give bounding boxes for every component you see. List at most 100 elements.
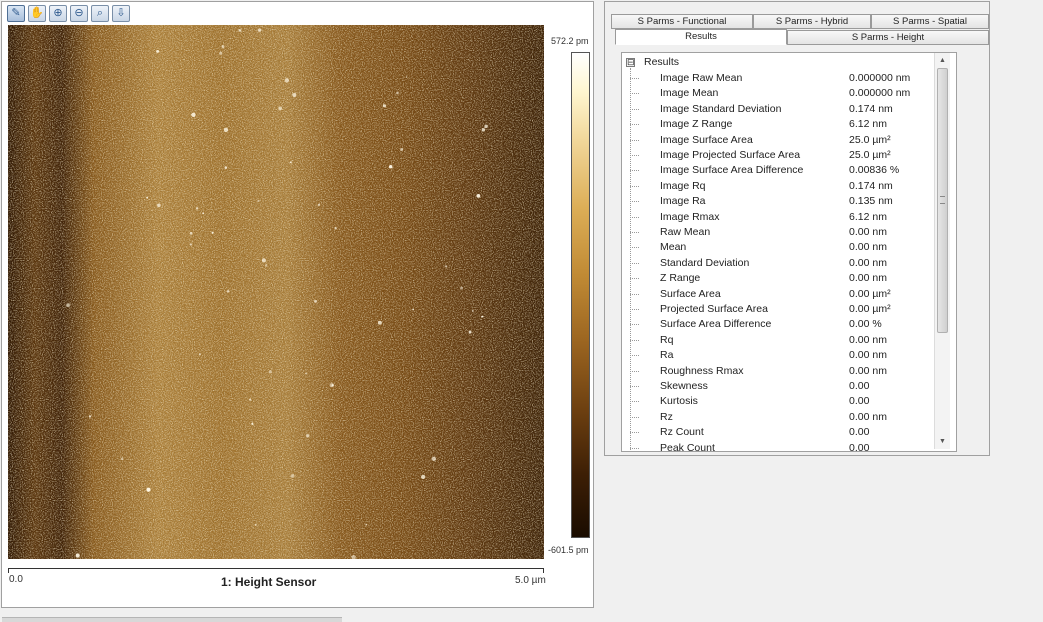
results-scrollbar[interactable]: ▲ ▼ <box>934 53 950 449</box>
scroll-grip-icon <box>940 196 945 204</box>
scroll-down-icon[interactable]: ▼ <box>937 436 948 447</box>
tab-s-parms-functional[interactable]: S Parms - Functional <box>611 14 753 29</box>
height-speck <box>268 370 272 374</box>
tab-s-parms-spatial[interactable]: S Parms - Spatial <box>871 14 989 29</box>
height-speck <box>284 78 290 83</box>
zoom-in-icon: ⊕ <box>53 7 63 19</box>
result-label: Image Projected Surface Area <box>660 149 801 161</box>
height-speck <box>400 147 404 152</box>
result-row[interactable]: Standard Deviation 0.00 nm <box>630 256 950 271</box>
zoom-out-icon: ⊖ <box>74 7 84 19</box>
result-row[interactable]: Rz 0.00 nm <box>630 410 950 425</box>
tree-branch-line <box>630 324 639 326</box>
result-label: Rq <box>660 333 674 346</box>
height-speck <box>157 203 161 208</box>
tab-s-parms-hybrid[interactable]: S Parms - Hybrid <box>753 14 871 29</box>
tree-branch-line <box>630 278 639 280</box>
result-label: Image Z Range <box>660 118 733 131</box>
collapse-icon[interactable]: ⊟ <box>626 57 635 67</box>
tree-branch-line <box>630 232 639 233</box>
height-speck <box>481 128 486 132</box>
result-row[interactable]: Image Z Range 6.12 nm <box>630 117 950 132</box>
result-value: 0.00 nm <box>849 241 887 254</box>
result-row[interactable]: Image Mean 0.000000 nm <box>630 86 950 101</box>
result-row[interactable]: Roughness Rmax 0.00 nm <box>630 364 950 379</box>
result-row[interactable]: Ra 0.00 nm <box>630 348 950 363</box>
result-row[interactable]: Image Surface Area 25.0 µm² <box>630 133 950 148</box>
hand-tool-button[interactable]: ✋ <box>28 5 46 22</box>
tree-branch-line <box>630 355 639 357</box>
result-label: Image Surface Area Difference <box>660 164 804 177</box>
result-value: 25.0 µm² <box>849 133 891 146</box>
tree-branch-line <box>630 339 639 341</box>
export-button[interactable]: ⇩ <box>112 5 130 22</box>
result-value: 0.00 nm <box>849 333 887 346</box>
zoom-reset-icon: ⌕ <box>96 7 104 19</box>
export-icon: ⇩ <box>116 7 126 19</box>
result-label: Projected Surface Area <box>660 303 768 315</box>
height-speck <box>377 320 382 325</box>
result-value: 0.00 <box>849 441 870 452</box>
zoom-in-button[interactable]: ⊕ <box>49 5 67 22</box>
height-speck <box>224 166 228 169</box>
result-row[interactable]: Surface Area 0.00 µm² <box>630 287 950 302</box>
scroll-thumb[interactable] <box>937 68 948 333</box>
result-row[interactable]: Projected Surface Area 0.00 µm² <box>630 302 950 317</box>
result-value: 25.0 µm² <box>849 149 891 161</box>
result-label: Kurtosis <box>660 395 698 408</box>
result-label: Standard Deviation <box>660 256 750 269</box>
tab-results[interactable]: Results <box>615 29 787 45</box>
result-value: 0.00 nm <box>849 226 887 238</box>
result-label: Image Rq <box>660 179 706 192</box>
height-speck <box>265 264 268 267</box>
height-speck <box>471 310 474 312</box>
height-speck <box>221 45 225 49</box>
tree-branch-line <box>630 309 639 310</box>
result-value: 0.00 <box>849 395 870 408</box>
result-row[interactable]: Image Projected Surface Area 25.0 µm² <box>630 148 950 163</box>
result-row[interactable]: Raw Mean 0.00 nm <box>630 225 950 240</box>
scroll-up-icon[interactable]: ▲ <box>937 55 948 66</box>
result-value: 0.00 nm <box>849 256 887 269</box>
result-row[interactable]: Image Rq 0.174 nm <box>630 179 950 194</box>
x-axis-start-label: 0.0 <box>9 574 23 585</box>
result-row[interactable]: Mean 0.00 nm <box>630 240 950 255</box>
tree-branch-line <box>630 262 639 264</box>
result-row[interactable]: Image Rmax 6.12 nm <box>630 210 950 225</box>
x-axis-end-label: 5.0 µm <box>515 575 546 586</box>
height-sensor-image[interactable] <box>8 25 544 559</box>
result-row[interactable]: Peak Count 0.00 <box>630 441 950 452</box>
result-label: Image Surface Area <box>660 133 753 146</box>
result-row[interactable]: Rz Count 0.00 <box>630 425 950 440</box>
x-axis-bar <box>8 568 544 573</box>
height-speck <box>75 553 80 558</box>
result-label: Roughness Rmax <box>660 364 744 377</box>
result-row[interactable]: Z Range 0.00 nm <box>630 271 950 286</box>
zoom-reset-button[interactable]: ⌕ <box>91 5 109 22</box>
height-speck <box>290 474 295 478</box>
tree-branch-line <box>630 139 639 141</box>
result-row[interactable]: Image Raw Mean 0.000000 nm <box>630 71 950 86</box>
tab-s-parms-height[interactable]: S Parms - Height <box>787 30 989 45</box>
result-label: Raw Mean <box>660 226 711 238</box>
zoom-out-button[interactable]: ⊖ <box>70 5 88 22</box>
result-row[interactable]: Image Ra 0.135 nm <box>630 194 950 209</box>
height-speck <box>476 193 481 198</box>
color-scale-min-label: -601.5 pm <box>548 545 589 555</box>
height-speck <box>251 422 254 425</box>
result-label: Image Rmax <box>660 210 720 223</box>
height-map-canvas[interactable] <box>8 25 544 559</box>
result-row[interactable]: Image Standard Deviation 0.174 nm <box>630 102 950 117</box>
height-speck <box>156 49 160 53</box>
result-label: Ra <box>660 349 674 362</box>
result-row[interactable]: Skewness 0.00 <box>630 379 950 394</box>
result-row[interactable]: Image Surface Area Difference 0.00836 % <box>630 163 950 178</box>
pencil-tool-button[interactable]: ✎ <box>7 5 25 22</box>
results-root-node[interactable]: ⊟ Results <box>626 56 679 68</box>
image-toolbar: ✎ ✋ ⊕ ⊖ ⌕ ⇩ <box>7 5 130 23</box>
result-row[interactable]: Rq 0.00 nm <box>630 333 950 348</box>
height-speck <box>146 196 149 199</box>
result-row[interactable]: Surface Area Difference 0.00 % <box>630 317 950 332</box>
height-speck <box>331 384 334 387</box>
result-row[interactable]: Kurtosis 0.00 <box>630 394 950 409</box>
